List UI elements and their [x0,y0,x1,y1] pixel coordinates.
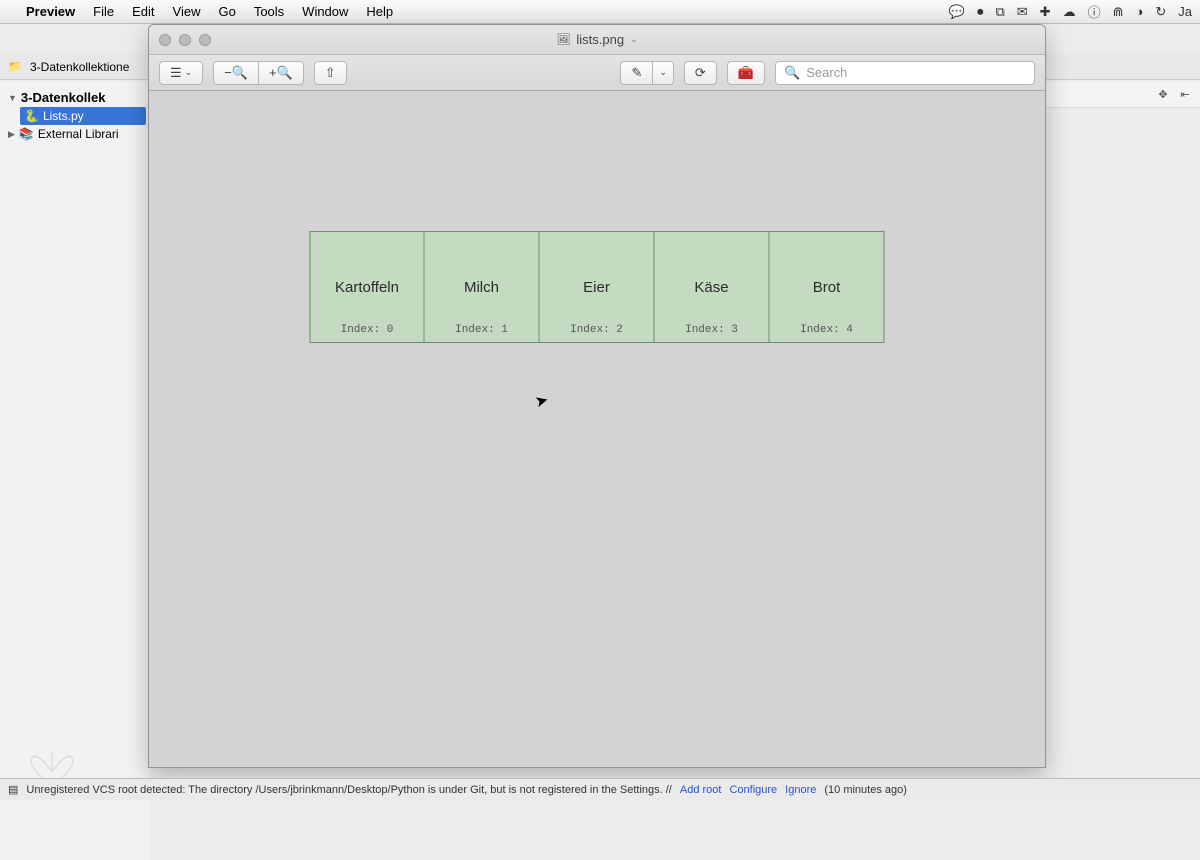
menu-view[interactable]: View [173,4,201,19]
timemachine-icon[interactable]: ↻ [1155,4,1166,20]
ide-status-bar: ▤ Unregistered VCS root detected: The di… [0,778,1200,800]
menu-tools[interactable]: Tools [254,4,284,19]
search-field[interactable]: 🔍 Search [775,61,1035,85]
circle-icon[interactable]: ◑ [1136,4,1144,19]
zoom-button[interactable] [199,34,211,46]
collapse-icon[interactable]: ⇤ [1178,88,1192,102]
list-diagram: Kartoffeln Index: 0 Milch Index: 1 Eier … [310,231,885,343]
list-cell-3: Käse Index: 3 [655,231,770,343]
zoom-out-button[interactable]: −🔍 [213,61,258,85]
tree-root-label: 3-Datenkollek [21,90,106,105]
preview-toolbar: ☰ ⌄ −🔍 +🔍 ⇧ ✎ ⌄ ⟳ 🧰 🔍 Search [149,55,1045,91]
preview-traffic-lights [159,34,211,46]
search-icon: 🔍 [784,65,800,81]
zoom-in-button[interactable]: +🔍 [258,61,304,85]
list-cell-2: Eier Index: 2 [540,231,655,343]
cell-index: Index: 1 [455,324,508,336]
cell-index: Index: 0 [341,324,394,336]
tree-external-libraries[interactable]: ▶ 📚 External Librari [4,125,146,143]
cell-label: Milch [464,279,499,296]
tree-file-label: Lists.py [43,109,84,123]
triangle-right-icon: ▶ [8,129,15,140]
cell-index: Index: 2 [570,324,623,336]
cell-index: Index: 4 [800,324,853,336]
info-icon[interactable]: ⓘ [1088,2,1101,21]
macos-menubar: Preview File Edit View Go Tools Window H… [0,0,1200,24]
cell-label: Eier [583,279,610,296]
minimize-button[interactable] [179,34,191,46]
cell-index: Index: 3 [685,324,738,336]
dropbox-icon[interactable]: ⧉ [995,4,1004,20]
tree-file-lists[interactable]: 🐍 Lists.py [20,107,146,125]
markup-pen-button[interactable]: ✎ [620,61,652,85]
mouse-cursor-icon: ➤ [533,390,551,413]
project-tree: ▼ 3-Datenkollek 🐍 Lists.py ▶ 📚 External … [0,84,150,147]
chat-icon[interactable]: 💬 [949,4,965,20]
file-icon: 🖼 [556,33,570,46]
rotate-button[interactable]: ⟳ [684,61,717,85]
image-canvas[interactable]: Kartoffeln Index: 0 Milch Index: 1 Eier … [149,91,1045,767]
record-icon[interactable]: ⏺ [977,4,984,20]
search-placeholder: Search [806,65,847,80]
cell-label: Kartoffeln [335,279,399,296]
status-message: Unregistered VCS root detected: The dire… [26,784,671,796]
preview-window: 🖼 lists.png ⌄ ☰ ⌄ −🔍 +🔍 ⇧ ✎ ⌄ ⟳ 🧰 🔍 Sear… [148,24,1046,768]
preview-titlebar[interactable]: 🖼 lists.png ⌄ [149,25,1045,55]
list-cell-4: Brot Index: 4 [770,231,885,343]
menubar-status-icons: 💬 ⏺ ⧉ ✉︎ ✚ ☁︎ ⓘ ⋒ ◑ ↻ Ja [949,2,1192,21]
ide-breadcrumb[interactable]: 3-Datenkollektione [30,60,129,74]
markup-dropdown-button[interactable]: ⌄ [652,61,674,85]
markup-toolbar-button[interactable]: 🧰 [727,61,765,85]
status-age: (10 minutes ago) [824,784,907,796]
close-button[interactable] [159,34,171,46]
libraries-icon: 📚 [19,127,34,141]
sidebar-toggle-button[interactable]: ☰ ⌄ [159,61,203,85]
target-icon[interactable]: ✥ [1156,88,1170,102]
cell-label: Brot [813,279,841,296]
clock-text: Ja [1178,4,1192,19]
butterfly-watermark-icon [22,732,82,782]
triangle-down-icon: ▼ [8,93,17,103]
ide-folder-icon: 📁 [8,60,22,74]
cell-label: Käse [694,279,728,296]
share-button[interactable]: ⇧ [314,61,347,85]
tree-root[interactable]: ▼ 3-Datenkollek [4,88,146,107]
chevron-down-icon: ⌄ [659,67,667,78]
list-cell-1: Milch Index: 1 [425,231,540,343]
python-file-icon: 🐍 [24,109,39,123]
list-cell-0: Kartoffeln Index: 0 [310,231,425,343]
status-action-ignore[interactable]: Ignore [785,784,816,796]
mail-icon[interactable]: ✉︎ [1017,4,1028,20]
event-log-icon[interactable]: ▤ [8,783,18,796]
status-action-configure[interactable]: Configure [729,784,777,796]
menu-go[interactable]: Go [218,4,235,19]
chevron-down-icon: ⌄ [630,34,638,45]
menu-file[interactable]: File [93,4,114,19]
antenna-icon[interactable]: ⋒ [1113,4,1124,20]
tree-ext-label: External Librari [38,127,119,141]
window-title: lists.png [576,32,624,47]
cloud-icon[interactable]: ☁︎ [1063,4,1076,20]
app-name[interactable]: Preview [26,4,75,19]
status-action-add-root[interactable]: Add root [680,784,722,796]
menu-window[interactable]: Window [302,4,348,19]
chevron-down-icon: ⌄ [185,67,193,78]
plus-icon[interactable]: ✚ [1040,4,1051,20]
menu-edit[interactable]: Edit [132,4,154,19]
menu-help[interactable]: Help [366,4,393,19]
